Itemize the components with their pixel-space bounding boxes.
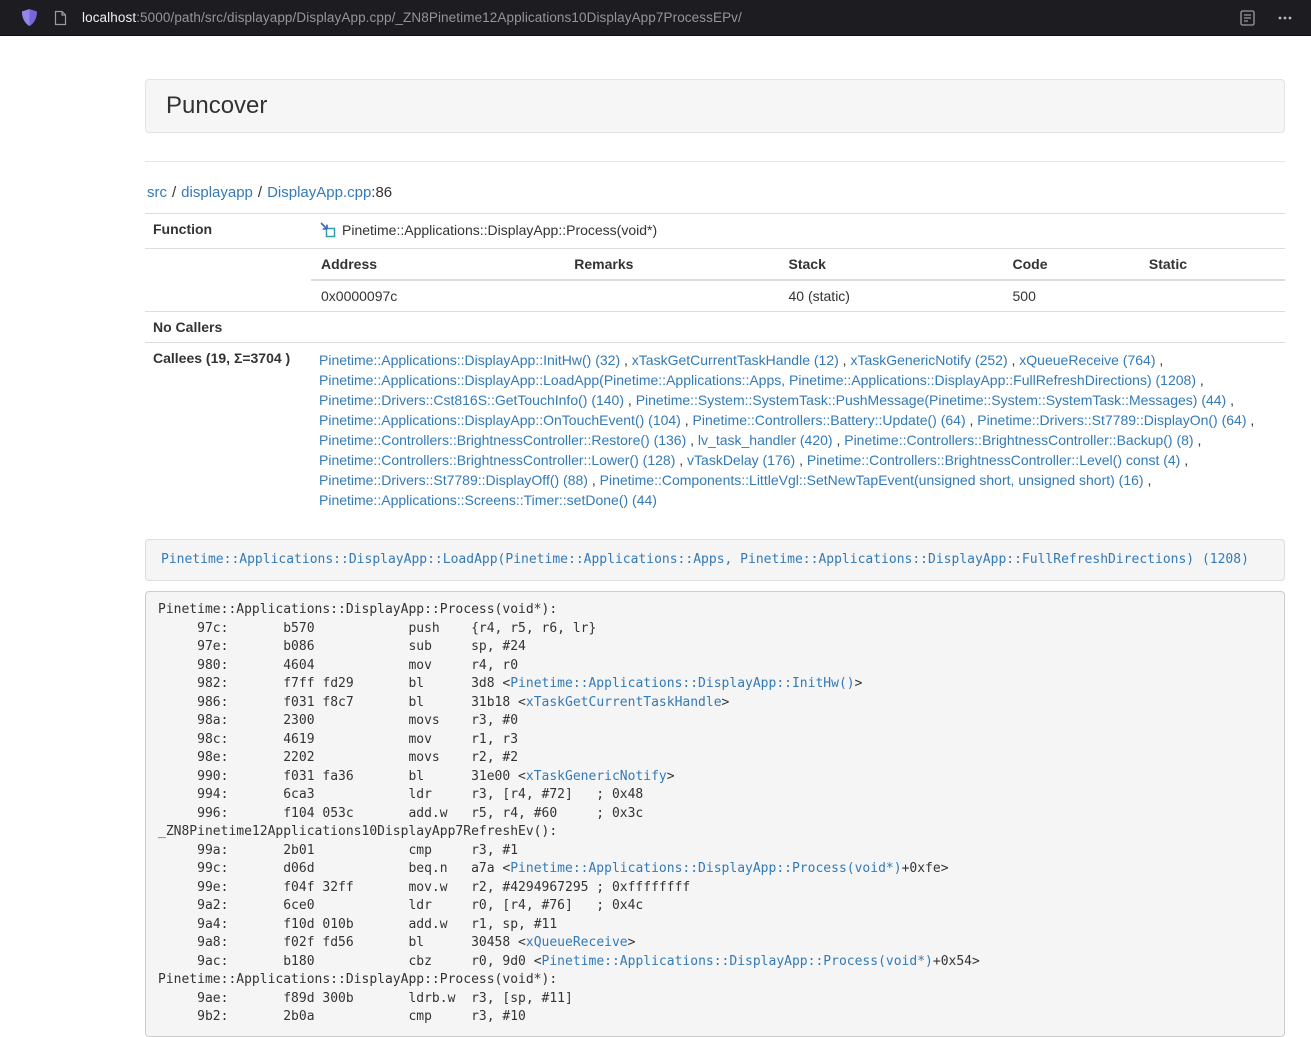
line-number: :86	[371, 184, 392, 201]
callee-link[interactable]: Pinetime::System::SystemTask::PushMessag…	[636, 392, 1227, 408]
callee-link[interactable]: Pinetime::Drivers::St7789::DisplayOff() …	[319, 472, 588, 488]
breadcrumb-separator: /	[172, 184, 176, 201]
asm-symbol-link[interactable]: xTaskGetCurrentTaskHandle	[526, 695, 722, 710]
callee-link[interactable]: vTaskDelay (176)	[687, 452, 795, 468]
callee-link[interactable]: xTaskGenericNotify (252)	[850, 352, 1007, 368]
callee-link[interactable]: xQueueReceive (764)	[1019, 352, 1155, 368]
no-callers-label: No Callers	[145, 312, 311, 343]
callee-link[interactable]: Pinetime::Controllers::BrightnessControl…	[807, 452, 1180, 468]
breadcrumb-displayapp[interactable]: displayapp	[181, 184, 253, 201]
callee-link[interactable]: Pinetime::Applications::DisplayApp::OnTo…	[319, 412, 681, 428]
disassembly: Pinetime::Applications::DisplayApp::Proc…	[145, 591, 1285, 1037]
callee-link[interactable]: Pinetime::Controllers::BrightnessControl…	[319, 452, 675, 468]
symbol-table: Function Pinetime::Applications::Display…	[145, 213, 1285, 517]
callee-link[interactable]: Pinetime::Drivers::Cst816S::GetTouchInfo…	[319, 392, 624, 408]
shield-icon[interactable]	[22, 9, 37, 26]
metrics-table: Address Remarks Stack Code Static 0x0000…	[311, 249, 1285, 311]
callee-link[interactable]: Pinetime::Controllers::BrightnessControl…	[844, 432, 1193, 448]
cell-code: 500	[1003, 280, 1139, 311]
asm-symbol-link[interactable]: xQueueReceive	[526, 935, 628, 950]
breadcrumb: src / displayapp / DisplayApp.cpp:86	[147, 184, 1285, 201]
url-path: :5000/path/src/displayapp/DisplayApp.cpp…	[136, 10, 742, 25]
callees-list: Pinetime::Applications::DisplayApp::Init…	[311, 343, 1285, 518]
callee-link[interactable]: Pinetime::Components::LittleVgl::SetNewT…	[600, 472, 1144, 488]
cell-stack: 40 (static)	[779, 280, 1003, 311]
cell-remarks	[564, 280, 778, 311]
col-static: Static	[1139, 249, 1285, 280]
callee-link[interactable]: lv_task_handler (420)	[698, 432, 833, 448]
callee-link[interactable]: Pinetime::Applications::Screens::Timer::…	[319, 492, 657, 508]
overflow-menu-icon[interactable]	[1277, 10, 1293, 26]
callee-link[interactable]: Pinetime::Controllers::BrightnessControl…	[319, 432, 686, 448]
asm-symbol-link[interactable]: Pinetime::Applications::DisplayApp::Init…	[510, 676, 854, 691]
url-bar[interactable]: localhost:5000/path/src/displayapp/Displ…	[82, 10, 742, 25]
asm-symbol-link[interactable]: xTaskGenericNotify	[526, 769, 667, 784]
page-icon[interactable]	[54, 10, 67, 26]
metrics-values-row: 0x0000097c 40 (static) 500	[311, 280, 1285, 311]
url-host: localhost	[82, 10, 136, 25]
function-row-label: Function	[145, 214, 311, 249]
asm-symbol-link[interactable]: Pinetime::Applications::DisplayApp::Proc…	[542, 954, 933, 969]
cell-static	[1139, 280, 1285, 311]
no-callers-row: No Callers	[145, 312, 1285, 343]
page-content: Puncover src / displayapp / DisplayApp.cpp:8…	[145, 79, 1285, 1037]
callee-link[interactable]: Pinetime::Drivers::St7789::DisplayOn() (…	[977, 412, 1246, 428]
breadcrumb-file[interactable]: DisplayApp.cpp	[267, 184, 371, 201]
highlighted-callee-link[interactable]: Pinetime::Applications::DisplayApp::Load…	[161, 552, 1249, 567]
function-row: Function Pinetime::Applications::Display…	[145, 214, 1285, 249]
breadcrumb-src[interactable]: src	[147, 184, 167, 201]
divider	[145, 161, 1285, 162]
col-remarks: Remarks	[564, 249, 778, 280]
callee-link[interactable]: Pinetime::Applications::DisplayApp::Load…	[319, 372, 1196, 388]
callee-link[interactable]: xTaskGetCurrentTaskHandle (12)	[632, 352, 839, 368]
asm-symbol-link[interactable]: Pinetime::Applications::DisplayApp::Proc…	[510, 861, 901, 876]
breadcrumb-separator: /	[258, 184, 262, 201]
callee-link[interactable]: Pinetime::Applications::DisplayApp::Init…	[319, 352, 620, 368]
page-title: Puncover	[166, 93, 1264, 119]
reader-mode-icon[interactable]	[1240, 10, 1255, 26]
browser-toolbar: localhost:5000/path/src/displayapp/Displ…	[0, 0, 1311, 36]
cell-address: 0x0000097c	[311, 280, 564, 311]
app-header: Puncover	[145, 79, 1285, 133]
callee-link[interactable]: Pinetime::Controllers::Battery::Update()…	[693, 412, 966, 428]
function-icon	[319, 221, 336, 241]
col-address: Address	[311, 249, 564, 280]
callees-label: Callees (19, Σ=3704 )	[145, 343, 311, 518]
function-name: Pinetime::Applications::DisplayApp::Proc…	[342, 222, 657, 238]
col-stack: Stack	[779, 249, 1003, 280]
highlighted-callee-panel: Pinetime::Applications::DisplayApp::Load…	[145, 539, 1285, 581]
callees-row: Callees (19, Σ=3704 ) Pinetime::Applicat…	[145, 343, 1285, 518]
metrics-row: Address Remarks Stack Code Static 0x0000…	[145, 249, 1285, 312]
col-code: Code	[1003, 249, 1139, 280]
